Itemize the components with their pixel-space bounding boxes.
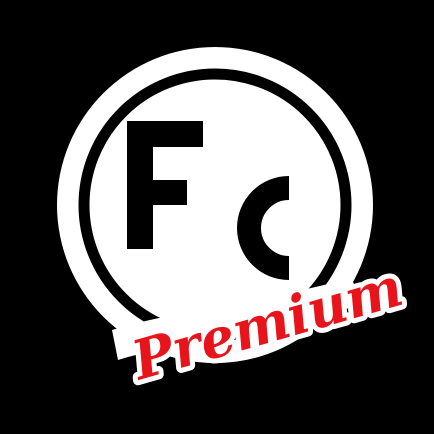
fc-premium-logo-icon: F Premium Premium [57,47,415,398]
app-icon: F Premium Premium [0,0,434,434]
